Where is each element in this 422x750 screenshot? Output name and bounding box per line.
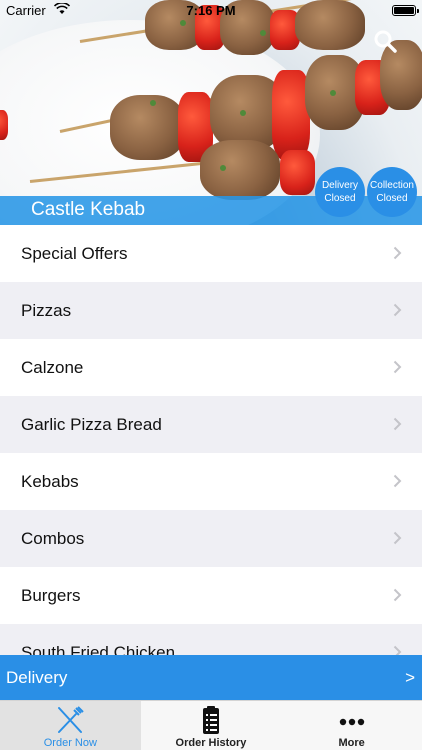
delivery-status-line1: Delivery: [321, 180, 359, 191]
status-bar: Carrier 7:16 PM: [0, 0, 422, 22]
meat-piece: [110, 95, 185, 160]
menu-item-label: Combos: [21, 528, 85, 548]
order-mode-label: Delivery: [6, 668, 68, 687]
chevron-right-icon: [393, 360, 402, 374]
chevron-right-icon: [393, 645, 402, 655]
store-name: Castle Kebab: [31, 199, 146, 220]
battery-icon: [392, 5, 419, 16]
herb-garnish: [330, 90, 336, 96]
menu-item-kebabs[interactable]: Kebabs: [0, 453, 422, 510]
menu-item-combos[interactable]: Combos: [0, 510, 422, 567]
status-time: 7:16 PM: [186, 3, 236, 18]
herb-garnish: [260, 30, 266, 36]
herb-garnish: [240, 110, 246, 116]
menu-item-label: South Fried Chicken: [21, 642, 176, 656]
menu-item-special-offers[interactable]: Special Offers: [0, 225, 422, 282]
fork-knife-icon: [58, 706, 85, 733]
herb-garnish: [220, 165, 226, 171]
chevron-right-icon: [393, 303, 402, 317]
menu-category-list: Special Offers Pizzas Calzone Garlic Piz…: [0, 225, 422, 655]
collection-status-line1: Collection: [370, 180, 414, 191]
menu-item-garlic-pizza-bread[interactable]: Garlic Pizza Bread: [0, 396, 422, 453]
clipboard-list-icon: [202, 706, 219, 734]
chevron-right-icon: [393, 474, 402, 488]
menu-item-label: Special Offers: [21, 243, 128, 263]
menu-item-south-fried-chicken[interactable]: South Fried Chicken: [0, 624, 422, 655]
chevron-right-icon: [393, 588, 402, 602]
herb-garnish: [150, 100, 156, 106]
search-icon: [374, 30, 397, 53]
tab-label: Order Now: [43, 737, 97, 749]
tab-label: Order History: [175, 737, 247, 749]
more-dots-icon: [339, 718, 364, 726]
pepper-piece: [280, 150, 315, 195]
pepper-piece: [0, 110, 8, 140]
menu-item-calzone[interactable]: Calzone: [0, 339, 422, 396]
order-mode-bar[interactable]: Delivery >: [0, 655, 422, 700]
tab-label: More: [338, 737, 365, 749]
meat-piece: [200, 140, 280, 200]
menu-item-label: Burgers: [21, 585, 81, 605]
menu-item-burgers[interactable]: Burgers: [0, 567, 422, 624]
menu-item-label: Calzone: [21, 357, 84, 377]
delivery-status-line2: Closed: [324, 193, 356, 204]
chevron-right-icon: [393, 417, 402, 431]
order-mode-arrow: >: [405, 668, 415, 687]
tab-order-history[interactable]: Order History: [141, 701, 282, 750]
menu-item-pizzas[interactable]: Pizzas: [0, 282, 422, 339]
collection-status-line2: Closed: [376, 193, 408, 204]
collection-status-badge: Collection Closed: [367, 167, 417, 217]
menu-item-label: Kebabs: [21, 471, 79, 491]
search-button[interactable]: [372, 28, 400, 56]
chevron-right-icon: [393, 531, 402, 545]
chevron-right-icon: [393, 246, 402, 260]
tab-bar: Order Now Order History More: [0, 700, 422, 750]
tab-order-now[interactable]: Order Now: [0, 701, 141, 750]
delivery-status-badge: Delivery Closed: [315, 167, 365, 217]
tab-more[interactable]: More: [281, 701, 422, 750]
menu-item-label: Garlic Pizza Bread: [21, 414, 162, 434]
menu-item-label: Pizzas: [21, 300, 72, 320]
